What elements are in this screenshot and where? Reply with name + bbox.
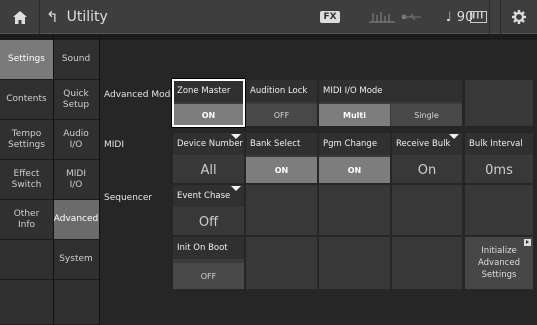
audition-lock-button[interactable]: OFF [246, 104, 317, 126]
zone-master-label: Zone Master [173, 80, 244, 102]
audition-lock-label: Audition Lock [246, 80, 317, 102]
init-on-boot-cell: Init On Boot OFF [173, 237, 244, 289]
empty-cell [319, 185, 390, 235]
empty-cell [392, 237, 462, 289]
empty-cell [246, 185, 317, 235]
bulk-interval-cell: Bulk Interval 0ms [465, 133, 533, 183]
subtab-midi-io[interactable]: MIDI I/O [53, 160, 99, 200]
home-button[interactable] [0, 0, 40, 34]
dropdown-indicator-icon [231, 186, 241, 191]
empty-cell [465, 185, 533, 235]
up-level-icon[interactable]: ↰ [46, 8, 59, 26]
controller-usb-indicator [360, 0, 430, 34]
pgm-change-cell: Pgm Change ON [319, 133, 390, 183]
action-indicator-icon [524, 239, 531, 246]
row-label-advanced-mode: Advanced Mode [104, 90, 176, 100]
keyboard-icon [469, 11, 487, 23]
midi-io-mode-cell: MIDI I/O Mode Multi Single [319, 80, 462, 126]
bulk-interval-label: Bulk Interval [465, 133, 533, 155]
subtab-quick-setup[interactable]: Quick Setup [53, 80, 99, 120]
category-tabs: Settings Contents Tempo Settings Effect … [0, 40, 53, 325]
tab-settings[interactable]: Settings [0, 40, 53, 80]
subtab-advanced[interactable]: Advanced [53, 200, 99, 240]
page-title: ↰ Utility [40, 0, 320, 34]
note-icon: ♩ [445, 9, 452, 25]
event-chase-value[interactable]: Off [173, 209, 244, 235]
tab-contents[interactable]: Contents [0, 80, 53, 120]
sliders-icon [369, 12, 395, 23]
event-chase-cell: Event Chase Off [173, 185, 244, 235]
usb-icon [401, 13, 421, 21]
settings-button[interactable] [500, 0, 537, 34]
gear-icon [512, 10, 526, 24]
empty-cell [246, 237, 317, 289]
home-icon [12, 10, 27, 24]
tab-empty [0, 240, 53, 280]
row-label-sequencer: Sequencer [104, 193, 153, 203]
fx-badge: FX [320, 11, 340, 23]
divider [53, 34, 54, 325]
device-number-cell: Device Number All [173, 133, 244, 183]
pgm-change-label: Pgm Change [319, 133, 390, 155]
receive-bulk-value[interactable]: On [392, 157, 462, 183]
row-label-midi: MIDI [104, 140, 125, 150]
tab-label: Contents [6, 94, 47, 105]
subtab-label: MIDI I/O [65, 168, 86, 190]
subtab-label: Audio I/O [63, 128, 89, 150]
tab-effect-switch[interactable]: Effect Switch [0, 160, 53, 200]
page-title-text: Utility [66, 9, 108, 25]
zone-master-cell: Zone Master ON [173, 80, 244, 126]
subcategory-tabs: Sound Quick Setup Audio I/O MIDI I/O Adv… [53, 40, 99, 325]
init-on-boot-button[interactable]: OFF [173, 263, 244, 289]
tab-label: Other Info [13, 208, 40, 230]
empty-cell [392, 185, 462, 235]
tab-label: Tempo Settings [8, 128, 45, 150]
subtab-label: Sound [61, 54, 91, 65]
subtab-system[interactable]: System [53, 240, 99, 280]
subtab-label: System [59, 254, 93, 265]
midi-io-single-button[interactable]: Single [391, 104, 462, 126]
init-on-boot-label: Init On Boot [173, 237, 244, 259]
pgm-change-button[interactable]: ON [319, 157, 390, 183]
subtab-label: Advanced [53, 214, 99, 225]
dropdown-indicator-icon [231, 134, 241, 139]
bulk-interval-value[interactable]: 0ms [465, 157, 533, 183]
subtab-label: Quick Setup [62, 88, 90, 110]
fx-indicator[interactable]: FX [318, 0, 342, 34]
top-bar: ↰ Utility FX ♩ 90 [0, 0, 537, 34]
tab-empty [0, 280, 53, 325]
subtab-audio-io[interactable]: Audio I/O [53, 120, 99, 160]
zone-master-button[interactable]: ON [173, 104, 244, 126]
tab-other-info[interactable]: Other Info [0, 200, 53, 240]
bank-select-cell: Bank Select ON [246, 133, 317, 183]
midi-io-mode-label: MIDI I/O Mode [319, 80, 462, 102]
bank-select-button[interactable]: ON [246, 157, 317, 183]
device-number-value[interactable]: All [173, 157, 244, 183]
subtab-sound[interactable]: Sound [53, 40, 99, 80]
receive-bulk-cell: Receive Bulk On [392, 133, 462, 183]
subtab-empty [53, 280, 99, 325]
tab-tempo-settings[interactable]: Tempo Settings [0, 120, 53, 160]
dropdown-indicator-icon [449, 134, 459, 139]
bank-select-label: Bank Select [246, 133, 317, 155]
keyboard-button[interactable] [458, 0, 498, 34]
initialize-advanced-label: Initialize Advanced Settings [478, 245, 520, 281]
tab-label: Settings [8, 54, 45, 65]
initialize-advanced-settings-button[interactable]: Initialize Advanced Settings [465, 237, 533, 289]
empty-cell [465, 80, 533, 126]
tab-label: Effect Switch [11, 168, 42, 190]
midi-io-multi-button[interactable]: Multi [319, 104, 390, 126]
empty-cell [319, 237, 390, 289]
audition-lock-cell: Audition Lock OFF [246, 80, 317, 126]
